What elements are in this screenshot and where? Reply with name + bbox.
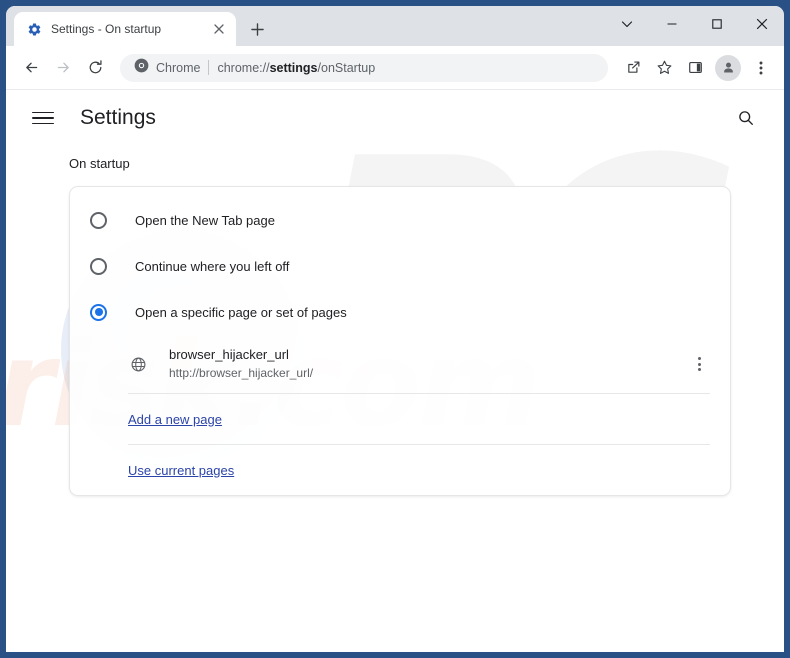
search-icon[interactable] [730,102,762,134]
globe-icon [128,354,148,374]
site-chip: Chrome [134,58,200,78]
more-actions-icon[interactable] [686,351,712,377]
url-bold-segment: settings [269,60,318,75]
url-suffix: /onStartup [317,60,376,75]
close-icon[interactable] [739,6,784,42]
toolbar-actions [618,53,776,83]
add-new-page-link[interactable]: Add a new page [128,412,222,427]
radio-icon-selected[interactable] [90,303,107,321]
tab-settings[interactable]: Settings - On startup [14,12,236,46]
forward-icon[interactable] [48,53,78,83]
radio-option-new-tab[interactable]: Open the New Tab page [70,197,730,243]
startup-page-name: browser_hijacker_url [169,347,289,362]
address-bar[interactable]: Chrome chrome://settings/onStartup [120,53,608,82]
minimize-icon[interactable] [649,6,694,42]
share-icon[interactable] [618,53,648,83]
startup-page-url: http://browser_hijacker_url/ [169,366,314,380]
browser-toolbar: Chrome chrome://settings/onStartup [6,46,784,90]
page-title: Settings [80,106,156,129]
side-panel-icon[interactable] [680,53,710,83]
hamburger-menu-icon[interactable] [32,105,58,131]
settings-page: PC risk.com Settings On startup [6,90,784,652]
on-startup-card: Open the New Tab page Continue where you… [69,186,731,496]
browser-window-frame: Settings - On startup Chrome chrome://se… [0,0,790,658]
use-current-pages-link[interactable]: Use current pages [128,463,234,478]
radio-icon[interactable] [90,211,107,229]
back-icon[interactable] [16,53,46,83]
tab-close-icon[interactable] [210,20,228,38]
chrome-logo-icon [134,58,149,78]
tab-strip: Settings - On startup [6,6,784,46]
browser-menu-icon[interactable] [746,53,776,83]
browser-window: Settings - On startup Chrome chrome://se… [6,6,784,652]
startup-page-row[interactable]: browser_hijacker_url http://browser_hija… [70,335,730,393]
settings-header: Settings [6,90,784,146]
startup-page-texts: browser_hijacker_url http://browser_hija… [169,346,686,382]
tab-title: Settings - On startup [51,22,162,36]
radio-option-continue[interactable]: Continue where you left off [70,243,730,289]
radio-label: Open a specific page or set of pages [135,304,347,320]
use-current-pages-row[interactable]: Use current pages [70,445,730,495]
reload-icon[interactable] [80,53,110,83]
site-chip-label: Chrome [156,60,201,75]
radio-icon[interactable] [90,257,107,275]
settings-gear-icon [26,21,42,37]
url-prefix: chrome:// [217,60,270,75]
window-controls [604,6,784,42]
add-new-page-row[interactable]: Add a new page [70,394,730,444]
profile-avatar[interactable] [715,54,741,81]
section-title: On startup [69,156,130,171]
chevron-down-icon[interactable] [604,6,649,42]
radio-option-specific-pages[interactable]: Open a specific page or set of pages [70,289,730,335]
address-bar-url: chrome://settings/onStartup [217,61,375,75]
bookmark-star-icon[interactable] [649,53,679,83]
radio-label: Open the New Tab page [135,212,275,228]
maximize-icon[interactable] [694,6,739,42]
new-tab-button[interactable] [242,14,272,44]
radio-label: Continue where you left off [135,258,290,274]
omnibox-divider [208,60,210,75]
